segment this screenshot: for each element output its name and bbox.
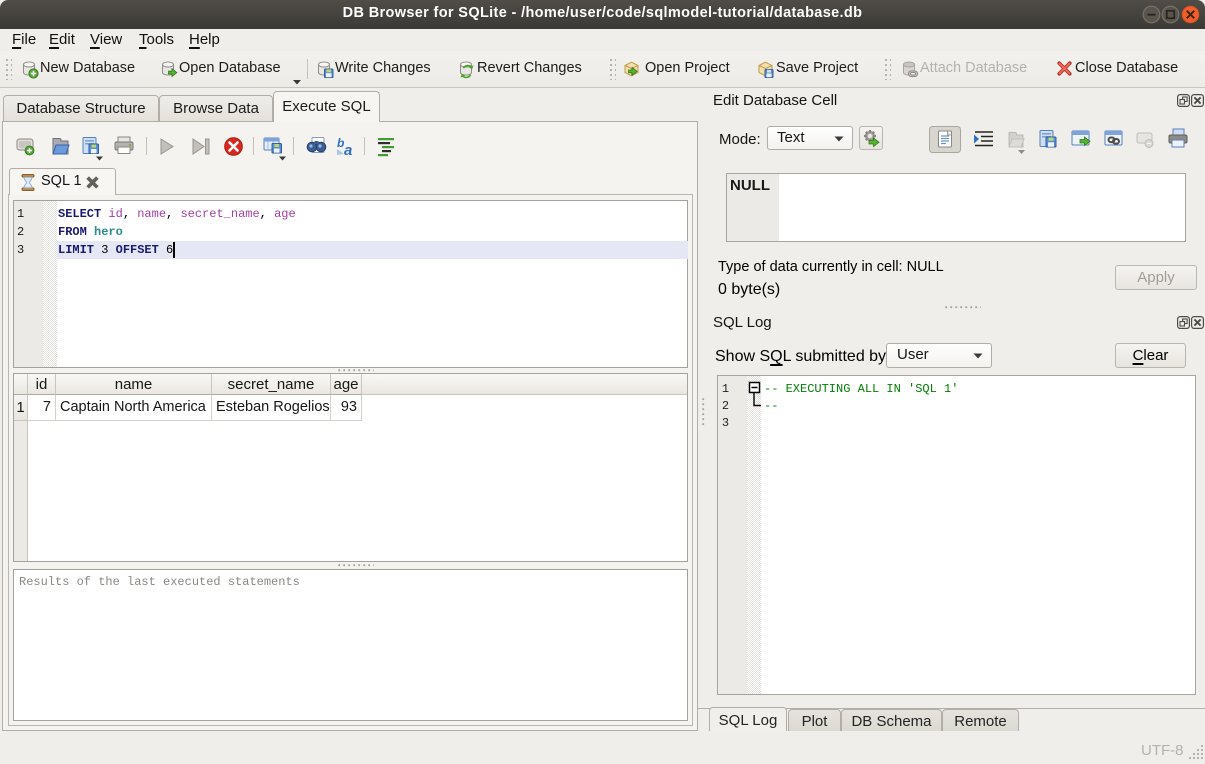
svg-text:a: a: [344, 142, 352, 159]
